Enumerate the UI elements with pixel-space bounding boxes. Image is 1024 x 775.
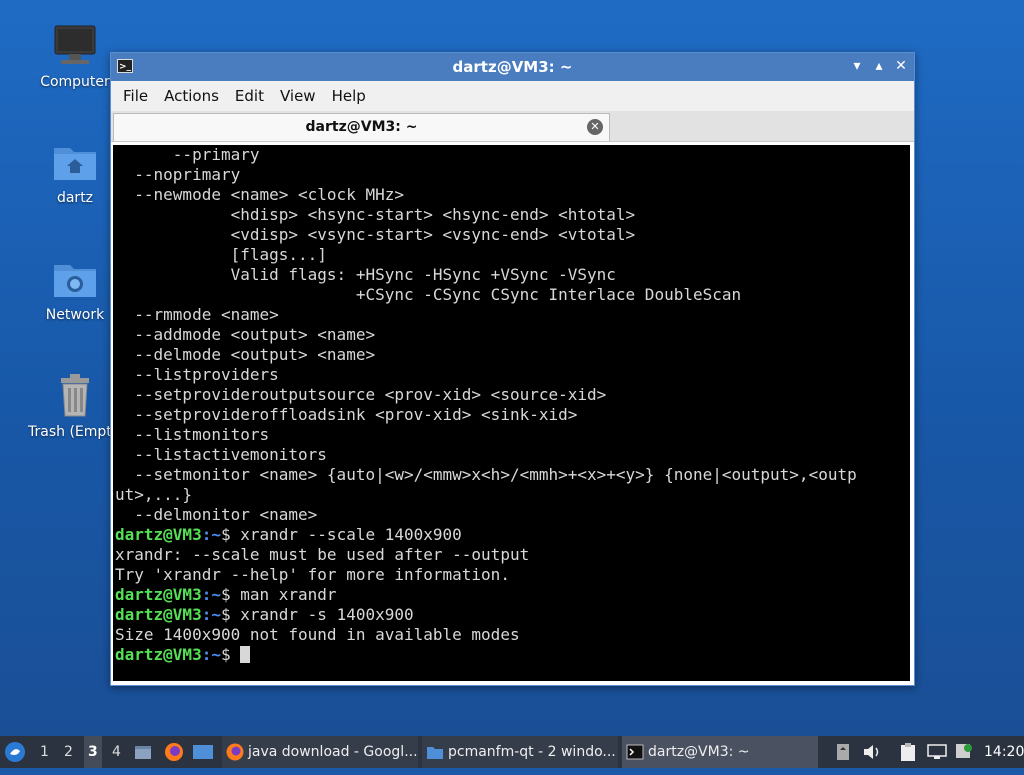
prompt-path: :~ bbox=[201, 645, 221, 664]
window-title: dartz@VM3: ~ bbox=[452, 58, 573, 76]
terminal-output-line: xrandr: --scale must be used after --out… bbox=[115, 545, 530, 564]
prompt-user: dartz@VM3 bbox=[115, 605, 202, 624]
prompt-symbol: $ bbox=[220, 645, 241, 664]
clipboard-icon[interactable] bbox=[900, 736, 918, 768]
tray-scroll-icon[interactable] bbox=[836, 736, 850, 768]
volume-icon[interactable] bbox=[862, 736, 882, 768]
workspace-4[interactable]: 4 bbox=[112, 736, 121, 768]
lubuntu-logo-icon bbox=[5, 742, 25, 762]
text-cursor bbox=[240, 646, 251, 663]
terminal-line: --listproviders bbox=[115, 365, 279, 384]
maximize-button[interactable]: ▴ bbox=[870, 57, 888, 75]
update-notifier-icon bbox=[956, 744, 972, 758]
task-label: pcmanfm-qt - 2 windo... bbox=[448, 744, 616, 760]
terminal-line: Valid flags: +HSync -HSync +VSync -VSync bbox=[115, 265, 616, 284]
task-label: java download - Googl... bbox=[248, 744, 418, 760]
terminal-line: --setprovideroutputsource <prov-xid> <so… bbox=[115, 385, 607, 404]
network-tray-icon[interactable] bbox=[926, 736, 948, 768]
terminal-output-line: Size 1400x900 not found in available mod… bbox=[115, 625, 520, 644]
terminal-line: --primary bbox=[115, 145, 260, 164]
window-titlebar[interactable]: >_ dartz@VM3: ~ ▾ ▴ ✕ bbox=[111, 53, 914, 81]
speaker-icon bbox=[864, 745, 879, 759]
clipboard-glyph-icon bbox=[901, 743, 915, 761]
trash-icon bbox=[51, 372, 99, 420]
files-icon bbox=[135, 746, 151, 759]
terminal-command-line: dartz@VM3:~$ man xrandr bbox=[115, 585, 908, 605]
terminal-line: --delmonitor <name> bbox=[115, 505, 318, 524]
scroll-indicator-icon bbox=[837, 744, 849, 760]
prompt-user: dartz@VM3 bbox=[115, 585, 202, 604]
file-manager-launcher[interactable] bbox=[192, 736, 214, 768]
taskbar: 1 2 3 4 java download - Googl... pcmanfm… bbox=[0, 736, 1024, 768]
task-terminal[interactable]: dartz@VM3: ~ bbox=[622, 736, 818, 768]
task-label: dartz@VM3: ~ bbox=[648, 744, 750, 760]
tab-terminal[interactable]: dartz@VM3: ~ ✕ bbox=[113, 113, 610, 141]
show-desktop-button[interactable] bbox=[134, 736, 154, 768]
terminal-line: --delmode <output> <name> bbox=[115, 345, 376, 364]
network-folder-icon bbox=[51, 255, 99, 303]
terminal-icon bbox=[626, 744, 644, 760]
terminal-window: >_ dartz@VM3: ~ ▾ ▴ ✕ File Actions Edit … bbox=[110, 52, 915, 686]
terminal-line: --listmonitors bbox=[115, 425, 270, 444]
terminal-output-line: Try 'xrandr --help' for more information… bbox=[115, 565, 510, 584]
prompt-path: :~ bbox=[201, 525, 221, 544]
computer-icon bbox=[51, 22, 99, 70]
workspace-2[interactable]: 2 bbox=[64, 736, 73, 768]
terminal-line: --setmonitor <name> {auto|<w>/<mmw>x<h>/… bbox=[115, 465, 857, 484]
workspace-3[interactable]: 3 bbox=[84, 736, 102, 768]
terminal-command-line: dartz@VM3:~$ xrandr -s 1400x900 bbox=[115, 605, 908, 625]
command-text: man xrandr bbox=[240, 585, 337, 604]
terminal-line: --newmode <name> <clock MHz> bbox=[115, 185, 404, 204]
menu-view[interactable]: View bbox=[272, 87, 324, 105]
terminal-line: --noprimary bbox=[115, 165, 241, 184]
prompt-path: :~ bbox=[201, 605, 221, 624]
desktop-icon-label: Trash (Empty) bbox=[28, 424, 110, 440]
menu-actions[interactable]: Actions bbox=[156, 87, 227, 105]
menu-edit[interactable]: Edit bbox=[227, 87, 272, 105]
terminal-line: --addmode <output> <name> bbox=[115, 325, 376, 344]
command-text: xrandr -s 1400x900 bbox=[240, 605, 414, 624]
prompt-user: dartz@VM3 bbox=[115, 525, 202, 544]
terminal-line: <hdisp> <hsync-start> <hsync-end> <htota… bbox=[115, 205, 636, 224]
terminal-line: --listactivemonitors bbox=[115, 445, 327, 464]
menu-file[interactable]: File bbox=[115, 87, 156, 105]
home-folder-icon bbox=[51, 138, 99, 186]
close-button[interactable]: ✕ bbox=[892, 57, 910, 75]
desktop: Computer dartz Network Trash (Empt >_ da… bbox=[0, 0, 1024, 736]
firefox-icon bbox=[226, 743, 244, 761]
prompt-symbol: $ bbox=[220, 605, 241, 624]
prompt-path: :~ bbox=[201, 585, 221, 604]
workspace-1[interactable]: 1 bbox=[40, 736, 49, 768]
clock[interactable]: 14:20 bbox=[984, 736, 1024, 768]
prompt-symbol: $ bbox=[220, 585, 241, 604]
terminal-output[interactable]: --primary --noprimary --newmode <name> <… bbox=[113, 145, 910, 681]
network-icon bbox=[927, 744, 947, 759]
terminal-line: +CSync -CSync CSync Interlace DoubleScan bbox=[115, 285, 742, 304]
start-menu-button[interactable] bbox=[4, 736, 28, 768]
tab-label: dartz@VM3: ~ bbox=[305, 119, 418, 135]
command-text: xrandr --scale 1400x900 bbox=[240, 525, 462, 544]
terminal-line: --setprovideroffloadsink <prov-xid> <sin… bbox=[115, 405, 578, 424]
prompt-symbol: $ bbox=[220, 525, 241, 544]
task-pcmanfm[interactable]: pcmanfm-qt - 2 windo... bbox=[422, 736, 618, 768]
firefox-icon bbox=[165, 743, 183, 761]
updates-tray-icon[interactable] bbox=[954, 736, 974, 768]
terminal-command-line: dartz@VM3:~$ xrandr --scale 1400x900 bbox=[115, 525, 908, 545]
firefox-launcher[interactable] bbox=[164, 736, 184, 768]
terminal-line: [flags...] bbox=[115, 245, 327, 264]
terminal-line: <vdisp> <vsync-start> <vsync-end> <vtota… bbox=[115, 225, 636, 244]
minimize-button[interactable]: ▾ bbox=[848, 57, 866, 75]
terminal-line: --rmmode <name> bbox=[115, 305, 279, 324]
menu-bar: File Actions Edit View Help bbox=[111, 81, 914, 111]
prompt-user: dartz@VM3 bbox=[115, 645, 202, 664]
terminal-prompt-line: dartz@VM3:~$ bbox=[115, 645, 908, 665]
window-icon bbox=[193, 745, 213, 759]
tab-bar: dartz@VM3: ~ ✕ bbox=[111, 111, 914, 142]
tab-close-icon[interactable]: ✕ bbox=[587, 119, 603, 135]
terminal-line: ut>,...} bbox=[115, 485, 193, 504]
task-firefox[interactable]: java download - Googl... bbox=[222, 736, 418, 768]
folder-icon bbox=[427, 747, 443, 759]
menu-help[interactable]: Help bbox=[324, 87, 374, 105]
